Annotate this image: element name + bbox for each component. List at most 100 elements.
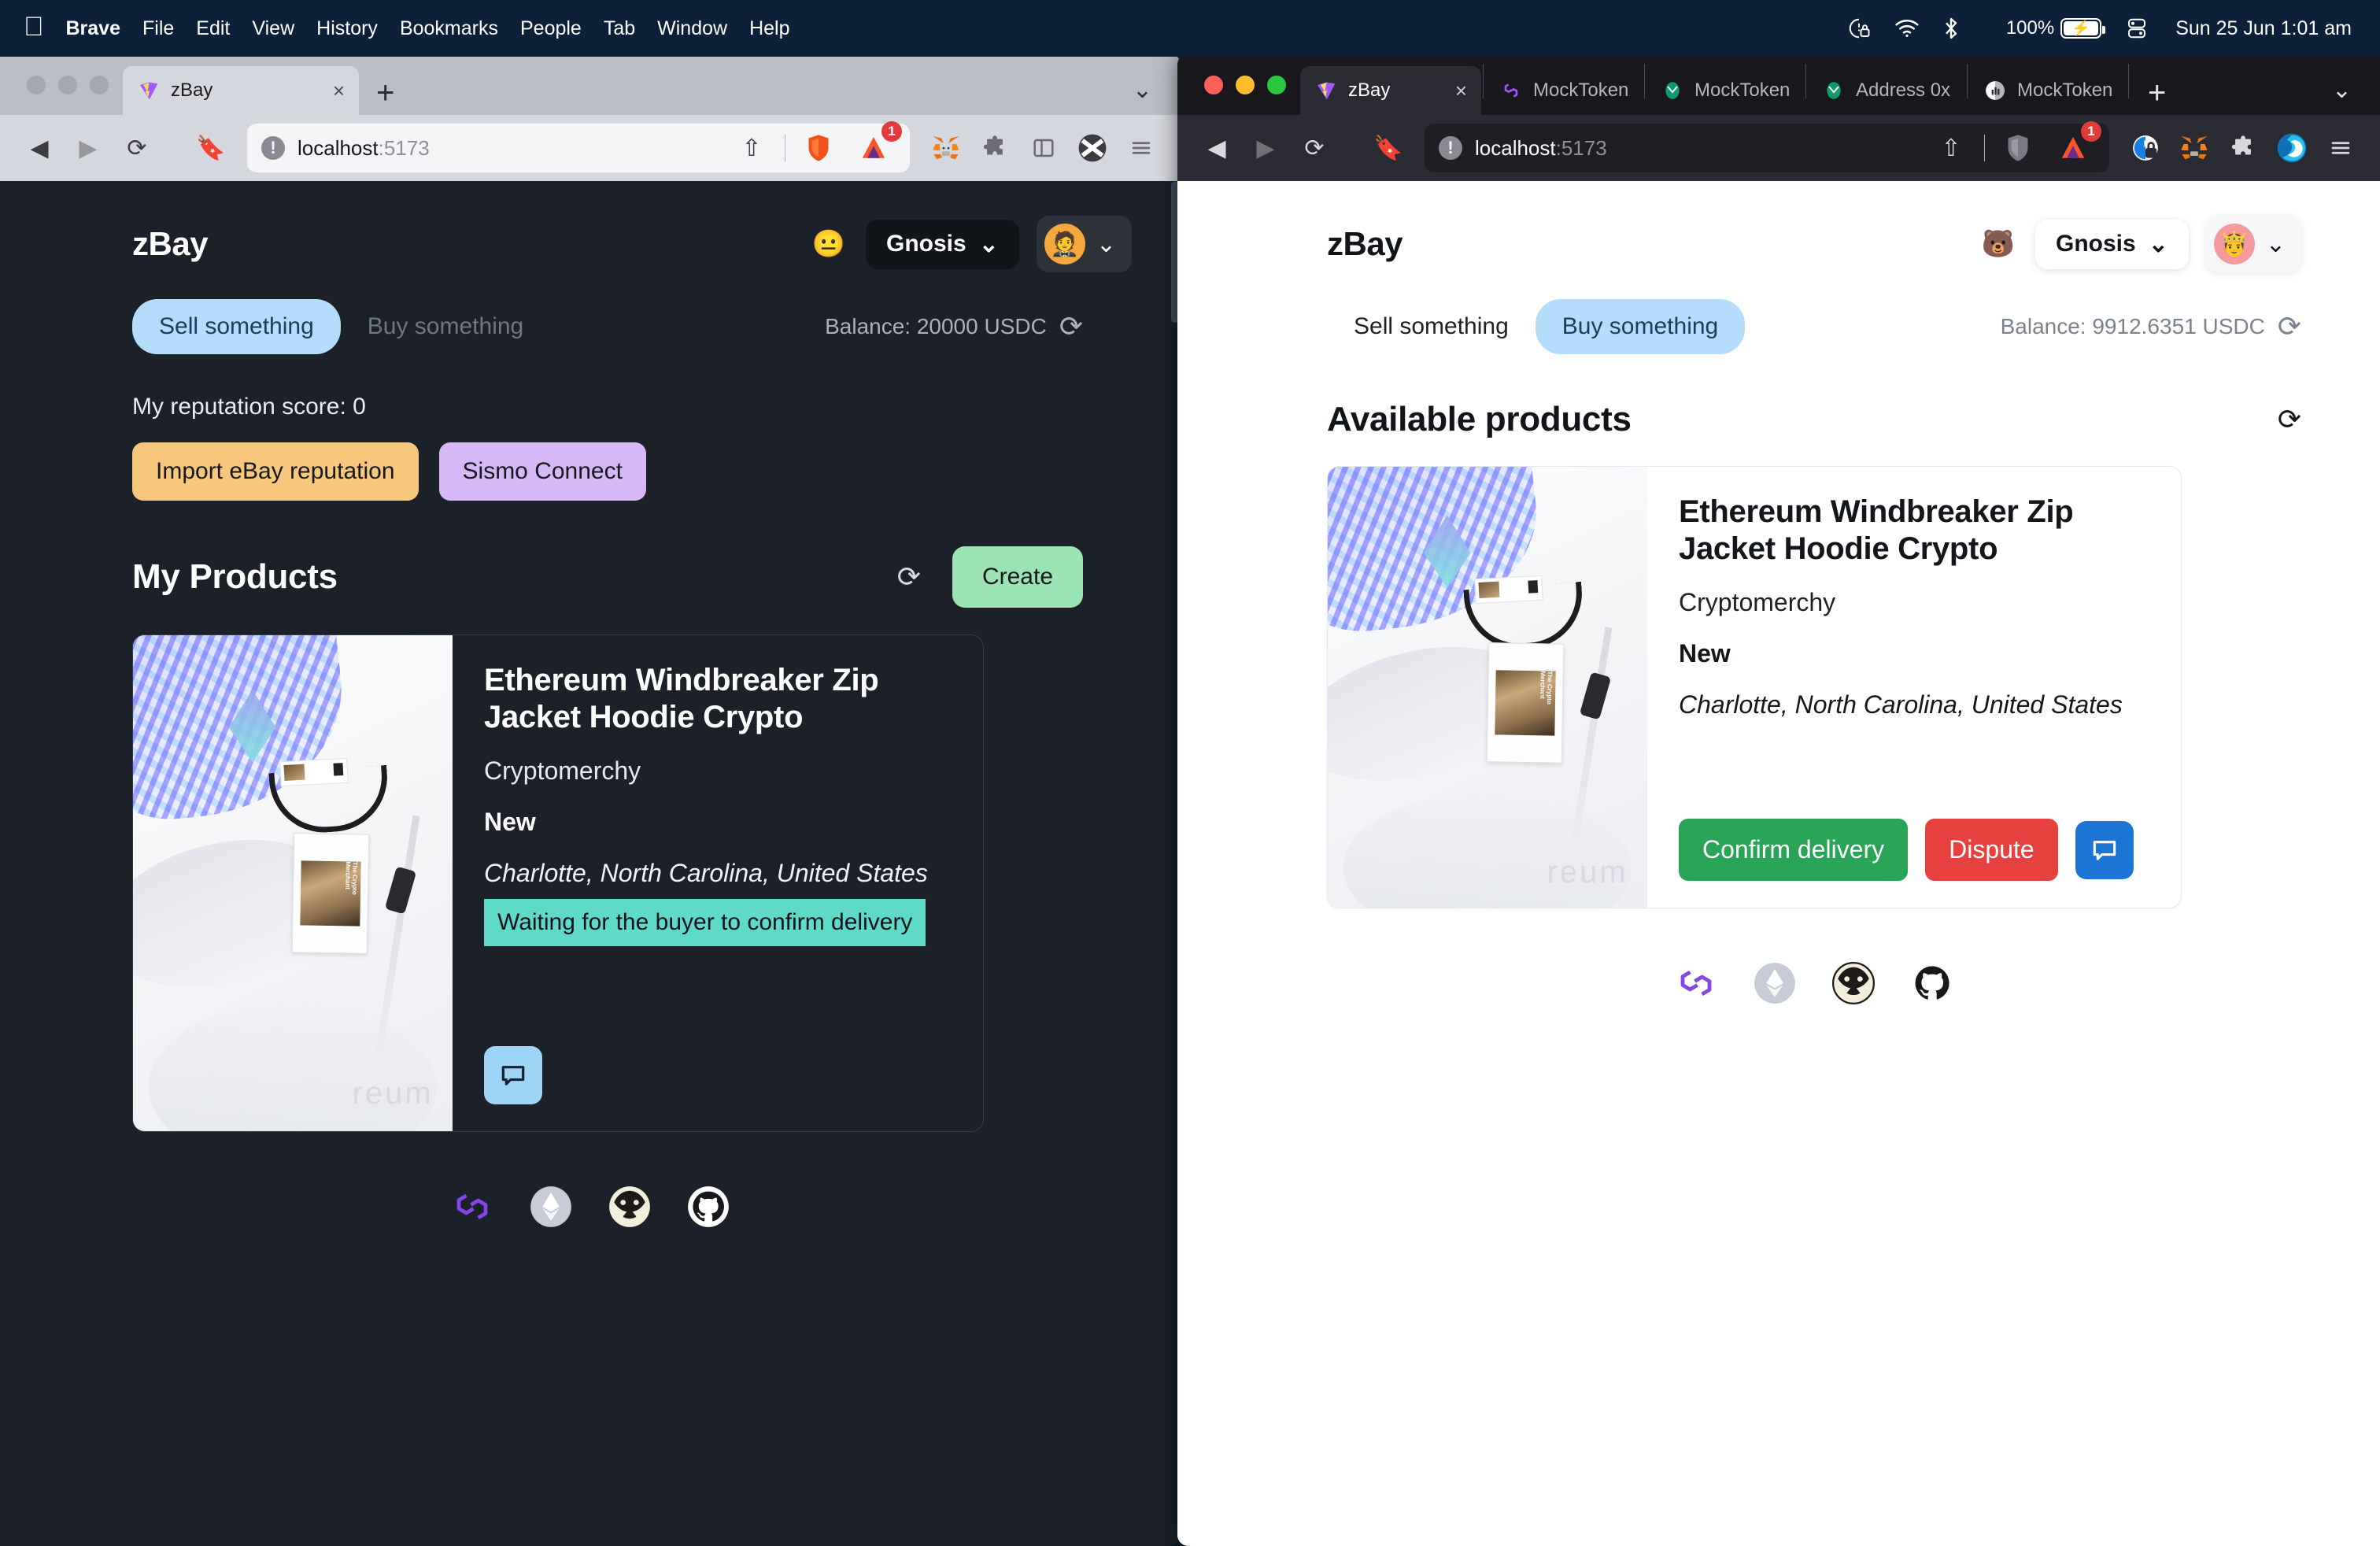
dispute-button[interactable]: Dispute	[1925, 819, 2058, 881]
metamask-fox-icon[interactable]	[924, 126, 968, 170]
browser-tab-mocktoken-chart[interactable]: MockToken |	[1969, 66, 2127, 115]
brave-shields-icon[interactable]	[1996, 126, 2040, 170]
minimize-window-button[interactable]	[1236, 76, 1255, 94]
refresh-icon[interactable]: ⟳	[897, 560, 921, 594]
refresh-icon[interactable]: ⟳	[2278, 310, 2301, 343]
sidebar-toggle-icon[interactable]	[1022, 126, 1066, 170]
confirm-delivery-button[interactable]: Confirm delivery	[1679, 819, 1909, 881]
browser-tab-zbay[interactable]: zBay ×	[123, 66, 359, 115]
control-center-icon[interactable]	[1847, 17, 1871, 40]
github-icon[interactable]	[686, 1184, 731, 1230]
import-ebay-reputation-button[interactable]: Import eBay reputation	[132, 442, 419, 501]
brave-shields-icon[interactable]	[796, 126, 841, 170]
metamask-fox-icon[interactable]	[2172, 126, 2216, 170]
extensions-puzzle-icon[interactable]	[973, 126, 1017, 170]
menu-item-tab[interactable]: Tab	[604, 17, 635, 40]
ethereum-icon[interactable]	[528, 1184, 574, 1230]
reload-icon[interactable]: ⟳	[1292, 126, 1336, 170]
maximize-window-button[interactable]	[1267, 76, 1286, 94]
close-tab-button[interactable]: ×	[316, 79, 345, 103]
create-product-button[interactable]: Create	[952, 546, 1083, 608]
refresh-icon[interactable]: ⟳	[1059, 310, 1083, 343]
bookmark-icon[interactable]: 🔖	[1366, 126, 1410, 170]
forward-arrow-icon[interactable]: ▶	[66, 126, 110, 170]
reload-icon[interactable]: ⟳	[115, 126, 159, 170]
gnosis-owl-icon[interactable]	[1831, 960, 1876, 1006]
polygon-icon[interactable]	[1673, 960, 1719, 1006]
close-window-button[interactable]	[1204, 76, 1223, 94]
bookmark-icon[interactable]: 🔖	[189, 126, 233, 170]
brave-rewards-icon[interactable]: 1	[2051, 121, 2101, 170]
tab-sell-something[interactable]: Sell something	[1327, 299, 1536, 354]
apple-logo-icon[interactable]: 	[24, 13, 44, 40]
maximize-window-button[interactable]	[90, 76, 109, 94]
brave-rewards-icon[interactable]: 1	[852, 121, 902, 170]
github-icon[interactable]	[1909, 960, 1955, 1006]
balance-display: Balance: 9912.6351 USDC ⟳	[2001, 310, 2301, 343]
minimize-window-button[interactable]	[58, 76, 77, 94]
balance-label: Balance: 20000 USDC	[825, 314, 1047, 338]
account-selector-button[interactable]: 🤴 ⌄	[2205, 216, 2301, 272]
gnosis-owl-icon[interactable]	[607, 1184, 652, 1230]
browser-tab-mocktoken-gnosisscan[interactable]: MockToken |	[1646, 66, 1804, 115]
battery-status[interactable]: 100% ⚡	[1983, 17, 2106, 39]
window-controls-right[interactable]	[1204, 76, 1286, 94]
menu-item-bookmarks[interactable]: Bookmarks	[400, 17, 498, 40]
hamburger-menu-icon[interactable]	[1119, 126, 1163, 170]
account-selector-button[interactable]: 🤵 ⌄	[1036, 216, 1132, 272]
chevron-down-icon[interactable]: ⌄	[1133, 76, 1152, 104]
product-card[interactable]: The Crypto Merchant reum Ethereum Windbr…	[1327, 466, 2182, 908]
product-title: Ethereum Windbreaker Zip Jacket Hoodie C…	[484, 663, 879, 735]
app-brand-title: zBay	[132, 225, 209, 262]
share-icon[interactable]: ⇧	[730, 126, 774, 170]
menu-item-window[interactable]: Window	[657, 17, 727, 40]
close-window-button[interactable]	[27, 76, 46, 94]
window-controls-left[interactable]	[27, 76, 109, 94]
chat-bubble-icon[interactable]	[2075, 820, 2134, 879]
menu-item-brave[interactable]: Brave	[66, 17, 121, 40]
menu-item-file[interactable]: File	[142, 17, 174, 40]
chat-bubble-icon[interactable]	[484, 1046, 542, 1104]
bluetooth-icon[interactable]	[1943, 17, 1959, 40]
refresh-icon[interactable]: ⟳	[2278, 403, 2301, 436]
menu-item-view[interactable]: View	[252, 17, 294, 40]
ethereum-icon[interactable]	[1752, 960, 1798, 1006]
back-arrow-icon[interactable]: ◀	[17, 126, 61, 170]
wifi-icon[interactable]	[1894, 19, 1920, 38]
chevron-down-icon[interactable]: ⌄	[2332, 76, 2352, 104]
browser-tab-title: MockToken |	[1694, 80, 1790, 101]
close-tab-button[interactable]: ×	[1438, 79, 1467, 103]
address-bar[interactable]: ! localhost:5173 ⇧ 1	[247, 121, 910, 172]
new-tab-button[interactable]: +	[2131, 77, 2183, 115]
menu-item-edit[interactable]: Edit	[196, 17, 230, 40]
new-tab-button[interactable]: +	[359, 77, 412, 115]
browser-tab-zbay[interactable]: zBay ×	[1300, 66, 1481, 115]
tab-buy-something[interactable]: Buy something	[1535, 299, 1746, 354]
not-secure-icon[interactable]: !	[1439, 136, 1462, 160]
share-icon[interactable]: ⇧	[1929, 126, 1973, 170]
polygon-icon[interactable]	[449, 1184, 495, 1230]
network-selector-button[interactable]: Gnosis ⌄	[2035, 219, 2189, 269]
menubar-clock[interactable]: Sun 25 Jun 1:01 am	[2175, 17, 2352, 40]
browser-tab-mocktoken-polygonscan[interactable]: MockToken |	[1485, 66, 1643, 115]
not-secure-icon[interactable]: !	[261, 136, 285, 160]
app-header-left: zBay 😐 Gnosis ⌄ 🤵 ⌄	[132, 216, 1132, 272]
menu-item-history[interactable]: History	[316, 17, 378, 40]
forward-arrow-icon[interactable]: ▶	[1244, 126, 1288, 170]
menu-item-people[interactable]: People	[520, 17, 582, 40]
tab-sell-something[interactable]: Sell something	[132, 299, 341, 354]
profile-avatar-icon[interactable]	[1070, 126, 1114, 170]
back-arrow-icon[interactable]: ◀	[1195, 126, 1239, 170]
address-bar[interactable]: ! localhost:5173 ⇧ 1	[1425, 121, 2109, 172]
profile-avatar-icon[interactable]	[2270, 126, 2314, 170]
sismo-connect-button[interactable]: Sismo Connect	[438, 442, 646, 501]
toggle-icon[interactable]	[2125, 17, 2149, 40]
extensions-puzzle-icon[interactable]	[2221, 126, 2265, 170]
hamburger-menu-icon[interactable]	[2319, 126, 2363, 170]
network-selector-button[interactable]: Gnosis ⌄	[866, 219, 1019, 269]
product-card[interactable]: The Crypto Merchant reum Ethereum Windbr…	[132, 634, 984, 1132]
browser-tab-address[interactable]: Address 0x03	[1808, 66, 1965, 115]
menu-item-help[interactable]: Help	[749, 17, 789, 40]
tab-buy-something[interactable]: Buy something	[341, 299, 550, 354]
privacy-lock-icon[interactable]	[2123, 126, 2168, 170]
